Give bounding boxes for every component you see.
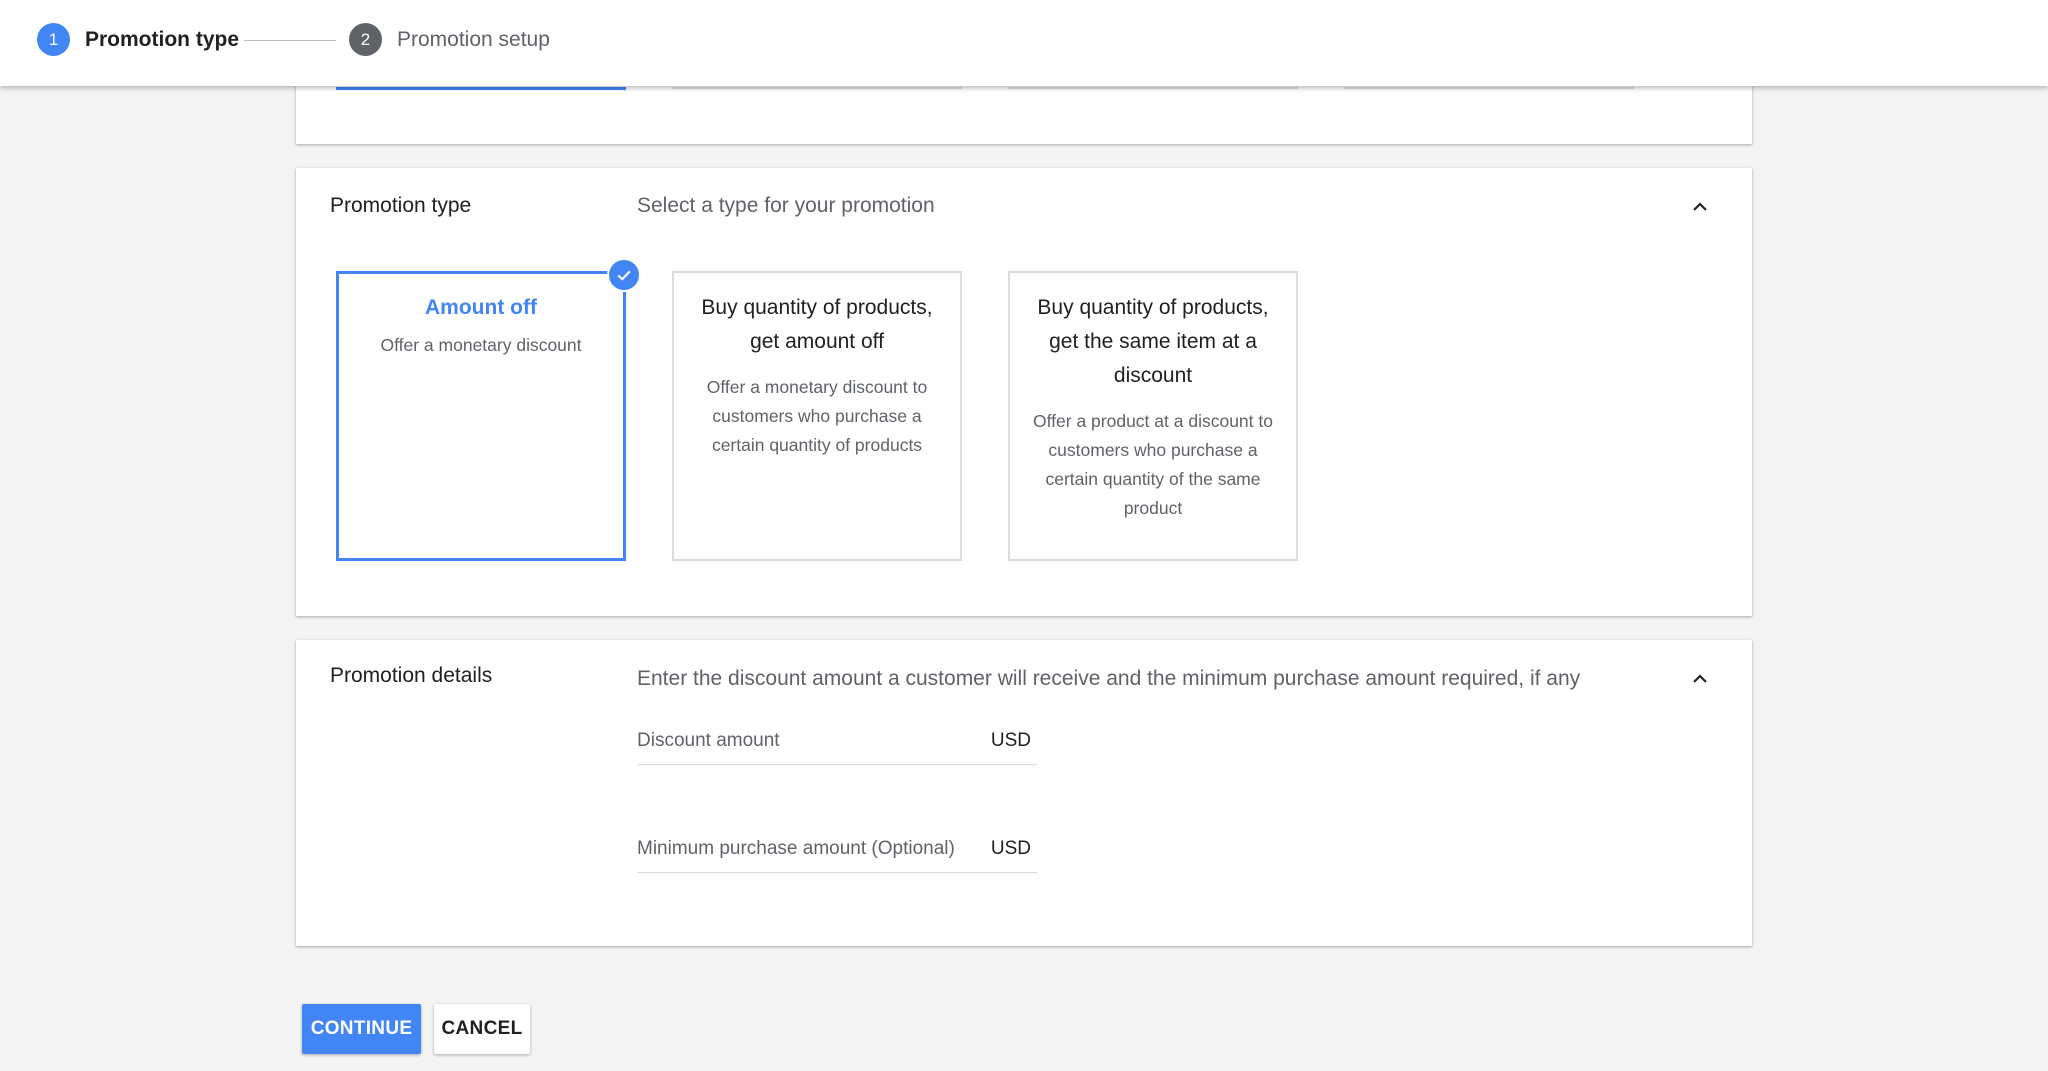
- promotion-option-buy-quantity-same-item[interactable]: Buy quantity of products, get the same i…: [1008, 271, 1298, 561]
- option-title: Buy quantity of products, get the same i…: [1037, 296, 1269, 387]
- promotion-option-amount-off[interactable]: Amount off Offer a monetary discount: [336, 271, 626, 561]
- stepper-header: 1 Promotion type 2 Promotion setup: [0, 0, 2048, 86]
- field-label: Discount amount: [637, 730, 780, 751]
- option-title: Buy quantity of products, get amount off: [701, 296, 933, 353]
- step-connector: [244, 40, 336, 41]
- step-number-badge: 1: [37, 23, 70, 56]
- step-label: Promotion setup: [397, 27, 550, 51]
- currency-suffix: USD: [990, 730, 1031, 751]
- option-description: Offer a monetary discount: [380, 335, 582, 355]
- discount-amount-field[interactable]: Discount amount USD: [637, 718, 1037, 765]
- promotion-details-card: Promotion details Enter the discount amo…: [296, 640, 1752, 946]
- option-title: Amount off: [425, 296, 537, 319]
- promotion-type-card: Promotion type Select a type for your pr…: [296, 168, 1752, 616]
- chevron-up-icon[interactable]: [1688, 667, 1712, 691]
- continue-button[interactable]: CONTINUE: [302, 1004, 421, 1054]
- promotion-option-buy-quantity-amount-off[interactable]: Buy quantity of products, get amount off…: [672, 271, 962, 561]
- check-circle-icon: [607, 258, 641, 292]
- section-title: Promotion details: [330, 664, 493, 687]
- option-description: Offer a monetary discount to customers w…: [706, 377, 928, 455]
- section-subtitle: Enter the discount amount a customer wil…: [637, 667, 1581, 690]
- section-title: Promotion type: [330, 194, 472, 217]
- step-promotion-setup[interactable]: 2 Promotion setup: [349, 23, 550, 56]
- currency-suffix: USD: [990, 838, 1031, 859]
- section-subtitle: Select a type for your promotion: [637, 194, 935, 217]
- field-label: Minimum purchase amount (Optional): [637, 838, 955, 859]
- minimum-purchase-amount-field[interactable]: Minimum purchase amount (Optional) USD: [637, 826, 1037, 873]
- step-promotion-type[interactable]: 1 Promotion type: [37, 23, 239, 56]
- option-description: Offer a product at a discount to custome…: [1033, 411, 1273, 518]
- step-number-badge: 2: [349, 23, 382, 56]
- chevron-up-icon[interactable]: [1688, 195, 1712, 219]
- step-label: Promotion type: [85, 27, 240, 51]
- cancel-button[interactable]: CANCEL: [434, 1004, 530, 1054]
